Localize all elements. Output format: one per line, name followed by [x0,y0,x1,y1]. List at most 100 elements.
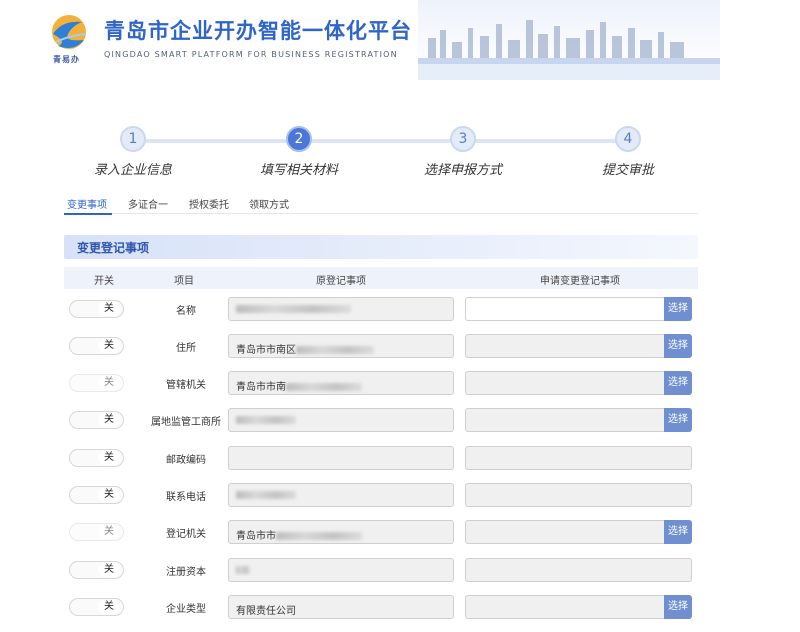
requested-value-input[interactable] [465,558,692,582]
requested-value-input[interactable] [465,520,665,544]
page-title: 青岛市企业开办智能一体化平台 [104,19,412,43]
table-header: 开关 项目 原登记事项 申请变更登记事项 [64,267,698,289]
original-value: 青岛市市 [236,531,276,542]
column-header-item: 项目 [174,276,194,287]
toggle-label: 关 [98,525,120,539]
step-number: 4 [615,126,641,152]
toggle-switch[interactable]: 关 [69,337,124,355]
table-row: 关 注册资本 [64,558,698,595]
original-value-field: 青岛市市南 [228,371,454,395]
original-value-field [228,483,454,507]
toggle-switch[interactable]: 关 [69,486,124,504]
original-value-field: 青岛市市 [228,520,454,544]
step-1: 1 录入企业信息 [58,126,208,178]
column-header-switch: 开关 [94,276,114,287]
toggle-switch[interactable]: 关 [69,374,124,392]
logo-caption: 青易办 [53,55,80,64]
requested-value-input[interactable] [465,446,692,470]
toggle-label: 关 [98,563,120,577]
tab-bar: 变更事项 多证合一 授权委托 领取方式 [64,190,698,215]
original-value: 青岛市市南区 [236,345,296,356]
table-row: 关 管辖机关 青岛市市南 选择 [64,371,698,408]
table-row: 关 邮政编码 [64,446,698,483]
toggle-label: 关 [98,302,120,316]
toggle-switch[interactable]: 关 [69,300,124,318]
toggle-label: 关 [98,376,120,390]
tab-pickup-method[interactable]: 领取方式 [249,196,289,211]
table-row: 关 属地监管工商所 选择 [64,408,698,445]
step-label: 选择申报方式 [423,163,502,178]
table-row: 关 名称 选择 [64,297,698,334]
original-value-field [228,408,454,432]
tab-authorization[interactable]: 授权委托 [189,196,229,211]
step-label: 填写相关材料 [259,163,338,178]
choose-button[interactable]: 选择 [664,334,692,358]
redacted-text [276,532,362,540]
toggle-switch[interactable]: 关 [69,561,124,579]
choose-button[interactable]: 选择 [664,297,692,321]
toggle-switch[interactable]: 关 [69,523,124,541]
progress-steps: 1 录入企业信息 2 填写相关材料 3 选择申报方式 4 提交审批 [64,126,698,182]
original-value-field: 青岛市市南区 [228,334,454,358]
choose-button[interactable]: 选择 [664,520,692,544]
step-label: 提交审批 [601,163,654,178]
row-label: 邮政编码 [166,455,206,466]
table-row: 关 登记机关 青岛市市 选择 [64,520,698,557]
choose-button[interactable]: 选择 [664,371,692,395]
requested-value-input[interactable] [465,371,665,395]
requested-value-input[interactable] [465,297,665,321]
tab-multi-certificate[interactable]: 多证合一 [128,196,168,211]
column-header-requested: 申请变更登记事项 [540,276,620,287]
section-header: 变更登记事项 [64,235,698,259]
step-3: 3 选择申报方式 [388,126,538,178]
step-label: 录入企业信息 [93,163,172,178]
redacted-text [286,383,362,391]
step-number: 2 [286,126,312,152]
requested-value-input[interactable] [465,408,665,432]
step-2: 2 填写相关材料 [224,126,374,178]
toggle-label: 关 [98,600,120,614]
row-label: 企业类型 [166,604,206,615]
toggle-switch[interactable]: 关 [69,449,124,467]
step-number: 3 [450,126,476,152]
table-row: 关 住所 青岛市市南区 选择 [64,334,698,371]
toggle-label: 关 [98,413,120,427]
original-value-field [228,297,454,321]
original-value-field [228,446,454,470]
tab-change-items[interactable]: 变更事项 [67,196,107,211]
requested-value-input[interactable] [465,483,692,507]
toggle-label: 关 [98,451,120,465]
step-4: 4 提交审批 [553,126,703,178]
table-row: 关 联系电话 [64,483,698,520]
page-subtitle: QINGDAO SMART PLATFORM FOR BUSINESS REGI… [104,50,398,59]
toggle-switch[interactable]: 关 [69,598,124,616]
redacted-text [236,491,296,499]
row-label: 住所 [176,343,196,354]
redacted-text [296,346,374,354]
row-label: 登记机关 [166,529,206,540]
redacted-text [236,416,296,424]
page-header: 青易办 青岛市企业开办智能一体化平台 QINGDAO SMART PLATFOR… [0,0,800,82]
requested-value-input[interactable] [465,595,665,619]
row-label: 管辖机关 [166,380,206,391]
original-value-field [228,558,454,582]
choose-button[interactable]: 选择 [664,408,692,432]
toggle-switch[interactable]: 关 [69,411,124,429]
active-tab-indicator [64,213,112,215]
step-number: 1 [120,126,146,152]
original-value: 有限责任公司 [236,606,296,617]
column-header-original: 原登记事项 [316,276,366,287]
toggle-label: 关 [98,488,120,502]
row-label: 名称 [176,306,196,317]
row-label: 属地监管工商所 [151,417,221,428]
table-row: 关 企业类型 有限责任公司 选择 [64,595,698,632]
redacted-text [236,566,250,574]
original-value: 青岛市市南 [236,382,286,393]
requested-value-input[interactable] [465,334,665,358]
choose-button[interactable]: 选择 [664,595,692,619]
steps-connector-line [136,139,616,143]
original-value-field: 有限责任公司 [228,595,454,619]
toggle-label: 关 [98,339,120,353]
redacted-text [236,305,351,313]
section-title: 变更登记事项 [77,241,150,255]
